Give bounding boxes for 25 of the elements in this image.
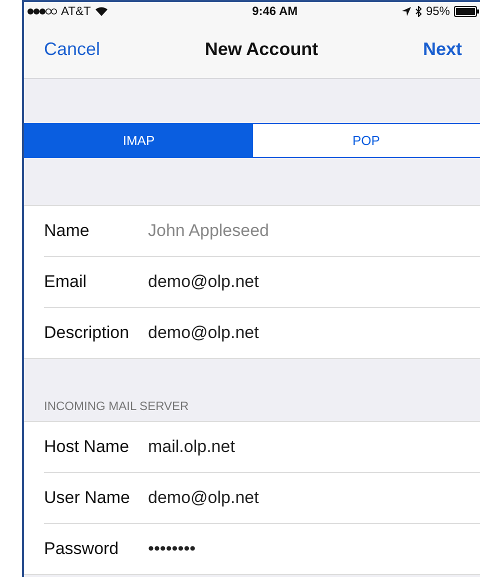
cancel-button[interactable]: Cancel bbox=[44, 38, 100, 60]
field-label: User Name bbox=[44, 488, 131, 508]
screen-title: New Account bbox=[204, 38, 318, 60]
carrier-name: AT&T bbox=[61, 4, 91, 18]
next-button[interactable]: Next bbox=[422, 38, 462, 60]
text-field[interactable]: John Appleseed bbox=[148, 221, 448, 241]
field-label: Email bbox=[44, 272, 88, 292]
battery-percent: 95% bbox=[426, 4, 450, 18]
text-field[interactable]: demo@olp.net bbox=[148, 488, 448, 508]
text-field[interactable]: demo@olp.net bbox=[148, 272, 448, 292]
signal-icon bbox=[27, 8, 57, 14]
bluetooth-icon bbox=[414, 6, 422, 16]
text-field[interactable]: •••••••• bbox=[148, 539, 448, 559]
text-field[interactable]: demo@olp.net bbox=[148, 323, 448, 343]
text-field[interactable]: mail.olp.net bbox=[148, 437, 448, 457]
wifi-icon bbox=[94, 6, 108, 16]
field-label: Host Name bbox=[44, 437, 130, 457]
battery-icon bbox=[454, 6, 480, 16]
segment-tab[interactable]: IMAP bbox=[25, 124, 252, 157]
field-label: Name bbox=[44, 221, 90, 241]
field-label: Password bbox=[44, 539, 120, 559]
section-header: INCOMING MAIL SERVER bbox=[44, 399, 189, 413]
status-time: 9:46 AM bbox=[252, 4, 298, 18]
field-label: Description bbox=[44, 323, 130, 343]
location-arrow-icon bbox=[402, 6, 411, 16]
